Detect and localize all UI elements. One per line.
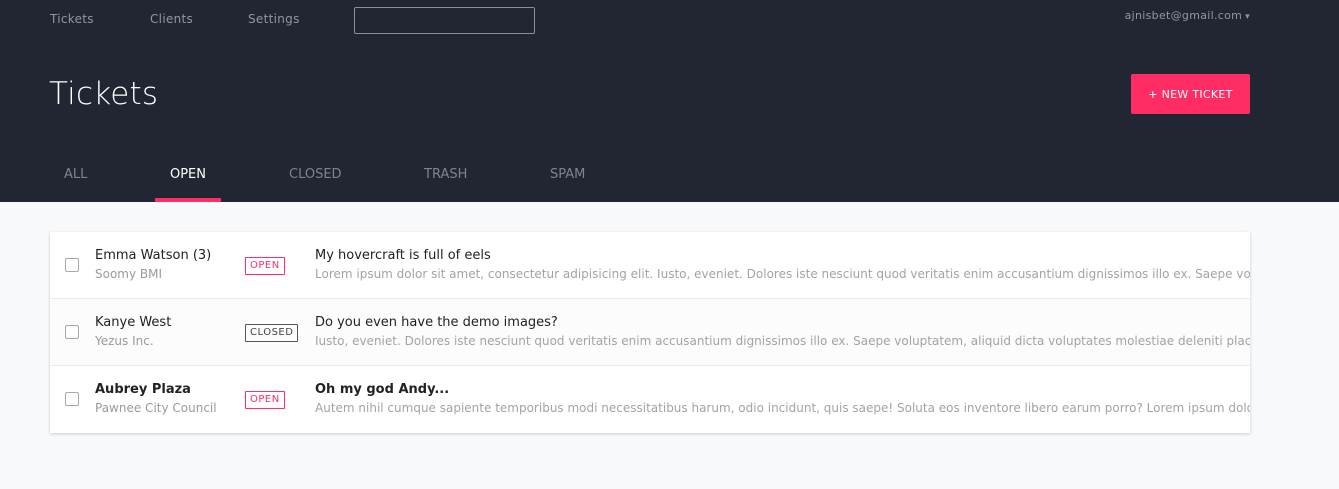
nav-clients-link[interactable]: Clients [150,12,193,26]
client-name: Kanye West [95,315,172,330]
ticket-row[interactable]: Emma Watson (3) Soomy BMI OPEN My hoverc… [50,232,1250,299]
client-company: Soomy BMI [95,267,163,281]
ticket-checkbox[interactable] [65,325,79,339]
ticket-row[interactable]: Aubrey Plaza Pawnee City Council OPEN Oh… [50,366,1250,433]
search-input[interactable] [354,7,535,34]
ticket-row[interactable]: Kanye West Yezus Inc. CLOSED Do you even… [50,299,1250,366]
ticket-subject[interactable]: Oh my god Andy... [315,382,449,397]
tab-spam[interactable]: SPAM [550,167,585,182]
tab-trash[interactable]: TRASH [424,167,467,182]
client-name: Emma Watson (3) [95,248,212,263]
new-ticket-button[interactable]: + NEW TICKET [1131,74,1250,114]
ticket-preview: Lorem ipsum dolor sit amet, consectetur … [315,267,1250,281]
user-email: ajnisbet@gmail.com [1124,9,1243,22]
ticket-subject[interactable]: My hovercraft is full of eels [315,248,491,263]
ticket-checkbox[interactable] [65,392,79,406]
tab-closed[interactable]: CLOSED [289,167,342,182]
ticket-subject[interactable]: Do you even have the demo images? [315,315,558,330]
client-company: Yezus Inc. [95,334,154,348]
client-name: Aubrey Plaza [95,382,191,397]
tab-open[interactable]: OPEN [155,167,221,182]
status-badge: CLOSED [245,324,299,342]
page-title: Tickets [49,76,159,112]
app-header: Tickets Clients Settings ajnisbet@gmail.… [0,0,1339,202]
user-menu[interactable]: ajnisbet@gmail.com ▾ [1125,9,1250,22]
ticket-preview: Autem nihil cumque sapiente temporibus m… [315,401,1250,415]
chevron-down-icon: ▾ [1245,12,1250,22]
ticket-checkbox[interactable] [65,258,79,272]
status-badge: OPEN [245,391,285,409]
client-company: Pawnee City Council [95,401,217,415]
active-tab-indicator [155,198,221,202]
status-badge: OPEN [245,257,285,275]
ticket-preview: Iusto, eveniet. Dolores iste nesciunt qu… [315,334,1250,348]
nav-tickets-link[interactable]: Tickets [50,12,94,26]
ticket-list: Emma Watson (3) Soomy BMI OPEN My hoverc… [50,232,1250,433]
nav-settings-link[interactable]: Settings [248,12,300,26]
tab-all[interactable]: ALL [64,167,87,182]
